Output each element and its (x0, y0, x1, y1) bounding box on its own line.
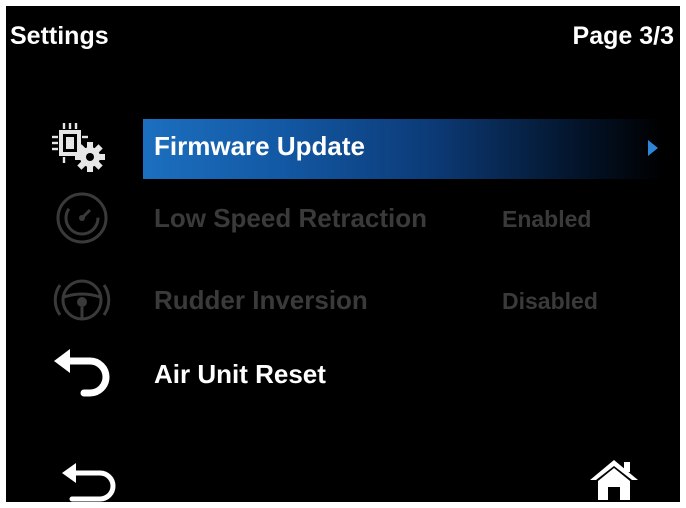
settings-screen: Settings Page 3/3 Firmware Update Low Sp… (6, 6, 680, 502)
home-icon[interactable] (586, 458, 642, 502)
steering-wheel-icon (46, 271, 118, 329)
menu-item-value: Enabled (502, 206, 592, 232)
speed-dial-icon (46, 189, 118, 247)
menu-item-value: Disabled (502, 288, 598, 314)
menu-item-rudder-inversion: Rudder Inversion Disabled (6, 268, 680, 330)
reset-arrow-icon (46, 345, 118, 403)
page-title: Settings (10, 22, 109, 50)
menu-item-label: Low Speed Retraction (154, 203, 428, 233)
page-indicator: Page 3/3 (572, 22, 674, 50)
menu-item-air-unit-reset[interactable]: Air Unit Reset (6, 342, 680, 404)
menu-item-label: Firmware Update (154, 131, 365, 161)
firmware-chip-gear-icon (46, 117, 118, 175)
back-arrow-icon[interactable] (58, 461, 122, 502)
menu-item-label: Rudder Inversion (154, 285, 368, 315)
menu-item-label: Air Unit Reset (154, 359, 326, 389)
chevron-right-icon (648, 140, 658, 156)
menu-item-low-speed-retraction: Low Speed Retraction Enabled (6, 186, 680, 248)
menu-item-firmware-update[interactable]: Firmware Update (6, 114, 680, 179)
